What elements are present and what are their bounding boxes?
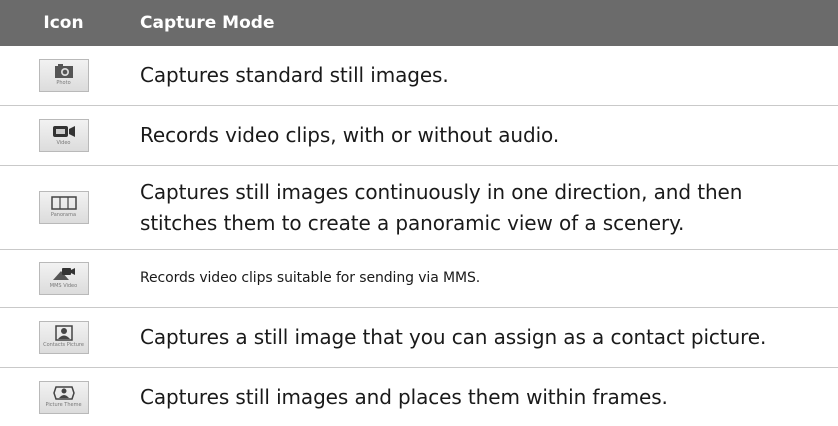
- picture-theme-icon: Picture Theme: [38, 380, 89, 414]
- icon-caption: Picture Theme: [45, 401, 82, 408]
- row-description: Captures standard still images.: [140, 63, 449, 87]
- icon-cell: Panorama: [0, 191, 127, 224]
- panorama-icon: Panorama: [38, 191, 89, 224]
- table-header: Icon Capture Mode: [0, 0, 838, 46]
- table-row: Panorama Captures still images continuou…: [0, 166, 838, 250]
- table-row: MMS Video Records video clips suitable f…: [0, 250, 838, 308]
- header-icon-column: Icon: [43, 13, 84, 33]
- icon-cell: Picture Theme: [0, 380, 127, 414]
- icon-cell: Video: [0, 119, 127, 152]
- row-description: Captures still images continuously in on…: [127, 177, 742, 239]
- icon-cell: Contacts Picture: [0, 321, 127, 354]
- contact-picture-icon: Contacts Picture: [38, 321, 89, 354]
- icon-caption: Panorama: [50, 212, 77, 218]
- table-row: Picture Theme Captures still images and …: [0, 368, 838, 426]
- row-description-line-1: Captures still images continuously in on…: [140, 179, 743, 204]
- icon-cell: MMS Video: [0, 262, 127, 295]
- row-description: Captures still images and places them wi…: [140, 384, 668, 409]
- photo-icon: Photo: [38, 59, 89, 92]
- icon-caption: MMS Video: [49, 283, 78, 289]
- table-row: Contacts Picture Captures a still image …: [0, 308, 838, 368]
- table-row: Video Records video clips, with or witho…: [0, 106, 838, 166]
- row-description: Records video clips, with or without aud…: [140, 123, 560, 147]
- video-icon: Video: [38, 119, 89, 152]
- capture-mode-table: Icon Capture Mode Photo Captures standar…: [0, 0, 838, 426]
- icon-caption: Video: [56, 140, 71, 146]
- mms-video-icon: MMS Video: [38, 262, 89, 295]
- header-capture-mode-column: Capture Mode: [140, 13, 275, 33]
- icon-caption: Contacts Picture: [43, 342, 84, 348]
- row-description-line-2: stitches them to create a panoramic view…: [140, 210, 685, 235]
- icon-cell: Photo: [0, 59, 127, 92]
- row-description: Records video clips suitable for sending…: [140, 270, 481, 286]
- icon-caption: Photo: [56, 80, 71, 86]
- row-description: Captures a still image that you can assi…: [140, 325, 767, 349]
- table-row: Photo Captures standard still images.: [0, 46, 838, 106]
